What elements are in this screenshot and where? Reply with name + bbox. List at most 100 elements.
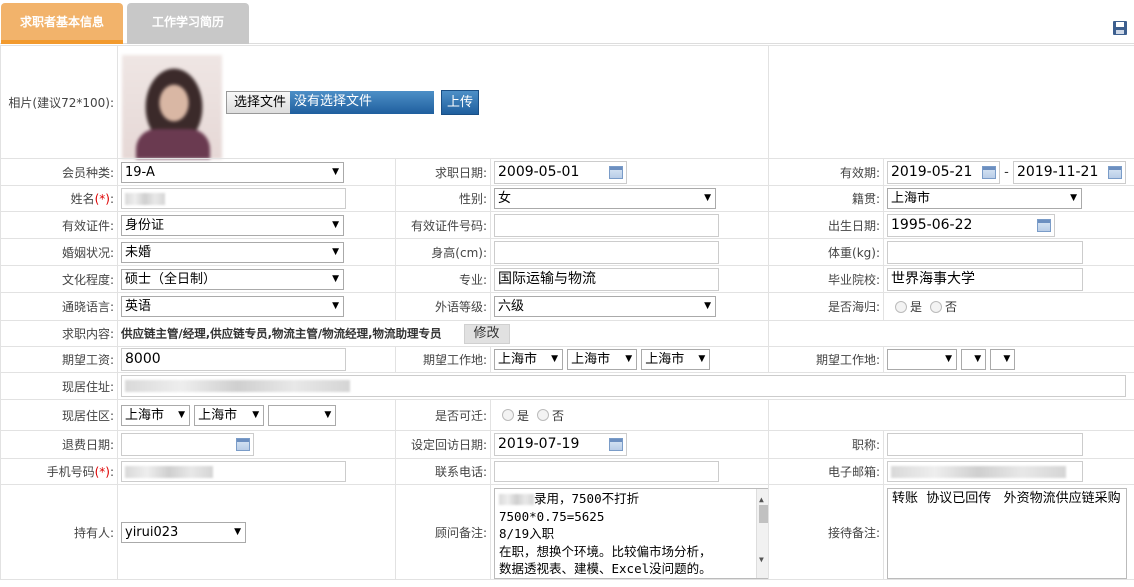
calendar-icon (1037, 218, 1052, 232)
title-label: 职称: (768, 430, 885, 459)
expected2-city-select[interactable]: ▼ (961, 349, 987, 370)
upload-button[interactable]: 上传 (441, 89, 480, 115)
relocate-label: 是否可迁: (395, 399, 491, 431)
holder-select[interactable]: yirui023 ▼ (121, 521, 246, 543)
height-input[interactable] (494, 240, 719, 264)
returnee-no-radio[interactable] (930, 300, 943, 313)
relocate-no-label: 否 (552, 408, 565, 423)
birth-date-label: 出生日期: (768, 211, 885, 239)
current-district-select[interactable]: ▼ (268, 404, 337, 426)
id-type-select[interactable]: 身份证 ▼ (121, 214, 344, 236)
current-province-select[interactable]: 上海市 ▼ (121, 404, 190, 426)
relocate-yes-label: 是 (517, 408, 530, 423)
valid-period-label: 有效期: (768, 158, 885, 186)
refund-date-input[interactable] (121, 433, 254, 456)
chevron-down-icon: ▼ (332, 166, 339, 177)
expected-salary-label: 期望工资: (0, 346, 118, 373)
gender-select[interactable]: 女 ▼ (494, 188, 716, 209)
lang-level-label: 外语等级: (395, 292, 491, 321)
modify-button[interactable]: 修改 (463, 323, 510, 344)
major-input[interactable]: 国际运输与物流 (494, 267, 719, 291)
current-address-input[interactable] (121, 375, 1126, 397)
expected-province-select[interactable]: 上海市 ▼ (494, 349, 563, 370)
current-address-label: 现居住址: (0, 372, 118, 400)
tab-work-history[interactable]: 工作学习简历 (127, 3, 249, 44)
revisit-date-input[interactable]: 2019-07-19 (494, 433, 627, 456)
returnee-no-label: 否 (945, 300, 958, 314)
name-input[interactable] (121, 188, 346, 209)
expected2-district-select[interactable]: ▼ (990, 349, 1016, 370)
consultant-note-label: 顾问备注: (395, 484, 491, 580)
expected-location2-label: 期望工作地: (768, 346, 885, 373)
calendar-icon (1108, 165, 1122, 179)
marital-select[interactable]: 未婚 ▼ (121, 241, 344, 263)
native-place-select[interactable]: 上海市 ▼ (887, 188, 1083, 209)
valid-end-input[interactable]: 2019-11-21 (1013, 160, 1126, 184)
email-input[interactable] (887, 461, 1084, 482)
school-input[interactable]: 世界海事大学 (887, 267, 1084, 291)
member-type-select[interactable]: 19-A ▼ (121, 161, 344, 183)
consultant-note-textarea[interactable]: 录用，7500不打折 7500*0.75=5625 8/19入职 在职，想换个环… (494, 488, 768, 579)
calendar-icon (609, 165, 623, 179)
job-date-label: 求职日期: (395, 158, 491, 186)
mobile-input[interactable] (121, 461, 346, 482)
expected-city-select[interactable]: 上海市 ▼ (567, 349, 638, 370)
id-number-input[interactable] (494, 213, 719, 237)
weight-input[interactable] (887, 240, 1084, 264)
applicant-form: 相片(建议72*100): 选择文件 没有选择文件 上传 会员种类: 19-A ▼ 求… (0, 45, 1134, 580)
height-label: 身高(cm): (395, 238, 491, 266)
major-label: 专业: (395, 265, 491, 293)
calendar-icon (982, 165, 997, 179)
form-row: 会员种类: 19-A ▼ 求职日期: 2009-05-01 有效期: 2019-0… (0, 158, 1134, 186)
tab-bar: 求职者基本信息 工作学习简历 (0, 0, 1134, 44)
relocate-yes-radio[interactable] (502, 409, 514, 421)
expected2-province-select[interactable]: ▼ (887, 349, 958, 370)
calendar-icon (609, 438, 623, 451)
native-place-label: 籍贯: (768, 185, 885, 212)
holder-label: 持有人: (0, 484, 118, 580)
job-date-input[interactable]: 2009-05-01 (494, 160, 627, 184)
name-label: 姓名(*): (0, 185, 118, 212)
phone-input[interactable] (494, 461, 719, 482)
calendar-icon (236, 438, 250, 451)
gender-label: 性别: (395, 185, 491, 212)
current-city-select[interactable]: 上海市 ▼ (194, 404, 265, 426)
period-separator: - (1004, 164, 1009, 180)
email-label: 电子邮箱: (768, 458, 885, 485)
expected-salary-input[interactable]: 8000 (121, 348, 346, 371)
marital-label: 婚姻状况: (0, 238, 118, 266)
language-label: 通晓语言: (0, 292, 118, 321)
phone-label: 联系电话: (395, 458, 491, 485)
save-icon[interactable] (1112, 20, 1128, 36)
returnee-label: 是否海归: (768, 292, 885, 321)
id-type-label: 有效证件: (0, 211, 118, 239)
valid-start-input[interactable]: 2019-05-21 (887, 160, 1001, 184)
job-content-label: 求职内容: (0, 320, 118, 347)
reception-note-textarea[interactable]: 转账 协议已回传 外资物流供应链采购 (887, 488, 1128, 579)
weight-label: 体重(kg): (768, 238, 885, 266)
relocate-no-radio[interactable] (537, 409, 550, 421)
birth-date-input[interactable]: 1995-06-22 (887, 213, 1056, 237)
tab-basic-info[interactable]: 求职者基本信息 (1, 3, 123, 44)
textarea-scrollbar[interactable]: ▲ ▼ (756, 489, 768, 578)
education-label: 文化程度: (0, 265, 118, 293)
photo-label: 相片(建议72*100): (0, 45, 118, 159)
choose-file-button[interactable]: 选择文件 (226, 90, 295, 114)
school-label: 毕业院校: (768, 265, 885, 293)
language-select[interactable]: 英语 ▼ (121, 296, 344, 317)
reception-note-label: 接待备注: (768, 484, 885, 580)
id-number-label: 有效证件号码: (395, 211, 491, 239)
education-select[interactable]: 硕士（全日制） ▼ (121, 268, 344, 290)
current-area-label: 现居住区: (0, 399, 118, 431)
expected-district-select[interactable]: 上海市 ▼ (641, 349, 711, 370)
returnee-yes-label: 是 (910, 300, 923, 314)
member-type-label: 会员种类: (0, 158, 118, 186)
file-status: 没有选择文件 (290, 90, 435, 114)
returnee-yes-radio[interactable] (895, 300, 908, 313)
mobile-label: 手机号码(*): (0, 458, 118, 485)
expected-location-label: 期望工作地: (395, 346, 491, 373)
job-content-value: 供应链主管/经理,供应链专员,物流主管/物流经理,物流助理专员 (121, 326, 442, 340)
revisit-date-label: 设定回访日期: (395, 430, 491, 459)
title-input[interactable] (887, 433, 1084, 456)
lang-level-select[interactable]: 六级 ▼ (494, 296, 716, 317)
